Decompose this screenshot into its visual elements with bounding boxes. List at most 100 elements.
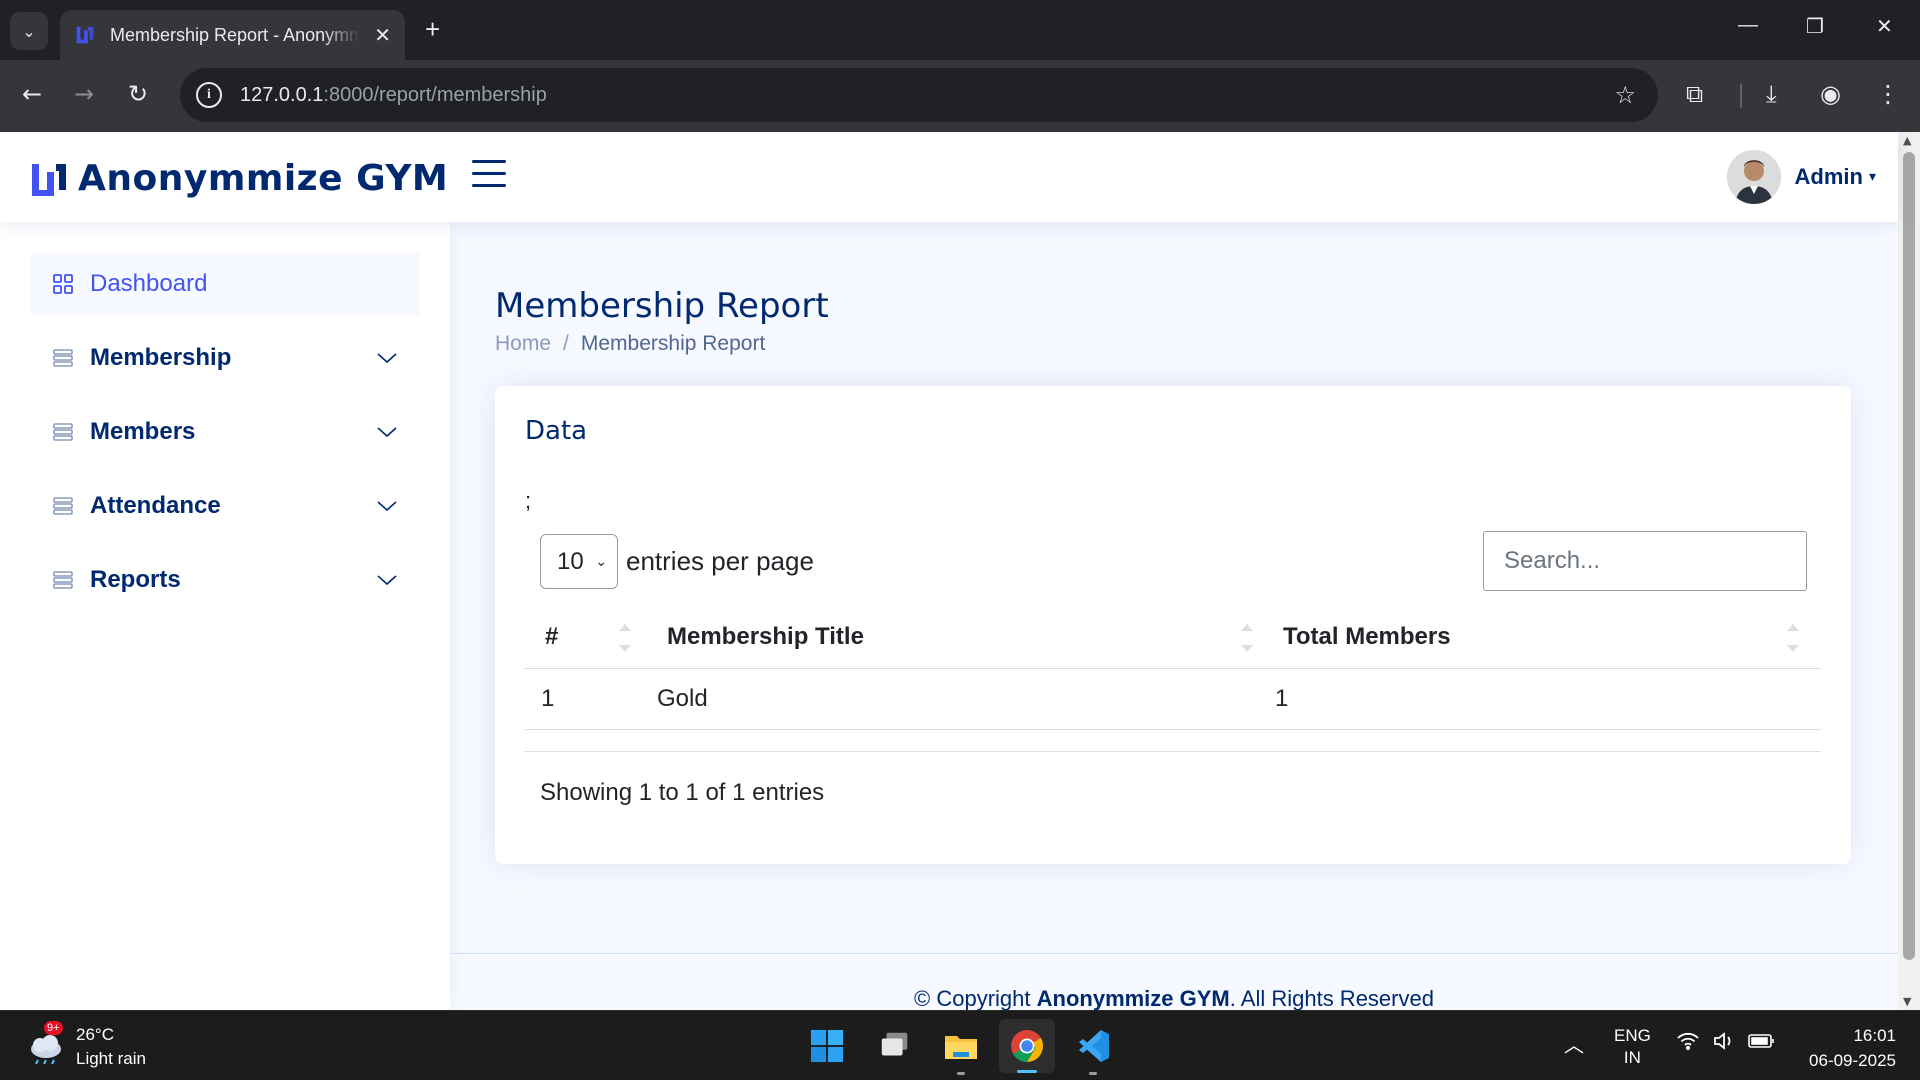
reload-icon[interactable]: ↻ [128,80,148,108]
toolbar-divider: | [1737,80,1746,108]
sidebar: Dashboard Membership Members Attendance … [0,222,450,1010]
table-info: Showing 1 to 1 of 1 entries [540,779,825,806]
minimize-icon[interactable]: — [1738,14,1758,37]
main-content: Membership Report Home / Membership Repo… [450,222,1898,1011]
app-header: Anonymmize GYM Admin ▾ [0,132,1898,222]
page-scrollbar[interactable]: ▲ ▼ [1898,132,1920,1010]
column-header-membership-title[interactable]: Membership Title [655,606,1265,669]
table-divider [525,751,1821,752]
entries-per-page: 10 ⌄ entries per page [540,534,814,589]
new-tab-button[interactable]: + [425,14,440,45]
profile-icon[interactable]: ◉ [1820,80,1841,108]
folder-icon [945,1036,977,1059]
system-clock[interactable]: 16:01 06-09-2025 [1809,1023,1896,1073]
browser-tab-bar: ⌄ Membership Report - Anonymmize GYM ✕ +… [0,0,1920,60]
chevron-down-icon: ⌄ [22,21,36,41]
breadcrumb-current: Membership Report [580,332,766,355]
address-bar[interactable]: i 127.0.0.1:8000/report/membership ☆ [180,68,1658,122]
chrome-icon [1011,1030,1043,1062]
taskbar: 9+ 26°C Light rain ︿ ENG IN 16:01 06-09-… [0,1010,1920,1080]
sort-icon [619,624,631,652]
clock-time: 16:01 [1853,1026,1896,1045]
chevron-up-icon[interactable]: ︿ [1564,1029,1584,1058]
vscode-button[interactable] [1072,1025,1114,1075]
language-indicator[interactable]: ENG IN [1614,1025,1651,1069]
scroll-thumb[interactable] [1903,152,1915,960]
site-logo-icon [76,26,94,44]
download-icon[interactable]: ⤓ [1766,80,1777,108]
per-page-value: 10 [557,547,584,575]
sidebar-item-label: Reports [90,566,181,593]
brand-name: Anonymmize GYM [78,158,449,199]
breadcrumb: Home / Membership Report [495,332,765,356]
table-header-row: # Membership Title Total Members [525,606,1821,669]
start-button[interactable] [806,1025,848,1067]
cell-total-members: 1 [1265,668,1821,730]
cell-membership-title: Gold [655,668,1265,730]
sidebar-item-membership[interactable]: Membership [30,326,420,390]
file-explorer-button[interactable] [940,1025,982,1075]
chevron-down-icon [377,427,397,438]
chevron-down-icon [377,353,397,364]
list-icon [53,571,73,589]
weather-text: 26°C Light rain [76,1023,146,1071]
card-title: Data [525,416,588,446]
running-indicator [957,1072,965,1075]
sidebar-item-members[interactable]: Members [30,400,420,464]
footer-copyright: © Copyright Anonymmize GYM. All Rights R… [914,986,1434,1011]
extensions-icon[interactable]: ⧉ [1686,80,1703,108]
page-title: Membership Report [495,286,829,326]
footer-divider [450,953,1898,954]
scroll-down-icon[interactable]: ▼ [1903,995,1911,1008]
clock-date: 06-09-2025 [1809,1051,1896,1070]
sidebar-item-attendance[interactable]: Attendance [30,474,420,538]
profile-dropdown[interactable]: Admin ▾ [1726,150,1876,204]
site-info-icon[interactable]: i [196,82,222,108]
task-view-button[interactable] [874,1025,916,1067]
menu-kebab-icon[interactable]: ⋮ [1876,80,1900,108]
stray-text: ; [525,488,532,513]
list-icon [53,423,73,441]
weather-widget[interactable]: 9+ 26°C Light rain [26,1021,146,1071]
sidebar-item-reports[interactable]: Reports [30,548,420,612]
restore-icon[interactable]: ❐ [1806,14,1824,39]
tab-search-button[interactable]: ⌄ [10,12,48,50]
data-card: Data ; 10 ⌄ entries per page # Membershi… [495,386,1851,864]
breadcrumb-separator: / [563,332,569,355]
chevron-down-icon: ⌄ [595,553,607,569]
sidebar-item-label: Membership [90,344,232,371]
url-text: 127.0.0.1:8000/report/membership [240,83,547,106]
per-page-select[interactable]: 10 ⌄ [540,534,618,589]
scroll-up-icon[interactable]: ▲ [1903,134,1911,147]
sidebar-item-dashboard[interactable]: Dashboard [30,252,420,316]
volume-icon[interactable] [1712,1031,1736,1056]
browser-toolbar: ← → ↻ i 127.0.0.1:8000/report/membership… [0,60,1920,132]
sidebar-toggle-icon[interactable] [472,160,506,188]
battery-icon[interactable] [1748,1033,1776,1054]
sort-icon [1241,624,1253,652]
sidebar-item-label: Dashboard [90,270,208,297]
brand-logo[interactable]: Anonymmize GYM [30,158,448,199]
bookmark-star-icon[interactable]: ☆ [1614,81,1636,109]
breadcrumb-home-link[interactable]: Home [495,332,551,356]
region-code: IN [1623,1048,1641,1067]
avatar [1726,150,1781,204]
back-arrow-icon[interactable]: ← [22,80,42,108]
per-page-label: entries per page [626,546,814,576]
weather-desc: Light rain [76,1049,146,1068]
search-input[interactable] [1483,531,1807,591]
rain-cloud-icon: 9+ [26,1021,66,1067]
profile-name: Admin [1794,164,1863,189]
tab-close-icon[interactable]: ✕ [374,23,391,47]
close-window-icon[interactable]: ✕ [1876,14,1893,39]
vscode-icon [1079,1030,1109,1062]
column-header-total-members[interactable]: Total Members [1265,606,1821,669]
list-icon [53,497,73,515]
forward-arrow-icon[interactable]: → [74,80,94,108]
weather-temp: 26°C [76,1025,114,1044]
sidebar-item-label: Attendance [90,492,221,519]
chrome-button[interactable] [999,1019,1055,1073]
wifi-icon[interactable] [1676,1031,1700,1056]
column-header-number[interactable]: # [525,606,655,669]
browser-tab-active[interactable]: Membership Report - Anonymmize GYM ✕ [60,10,405,60]
